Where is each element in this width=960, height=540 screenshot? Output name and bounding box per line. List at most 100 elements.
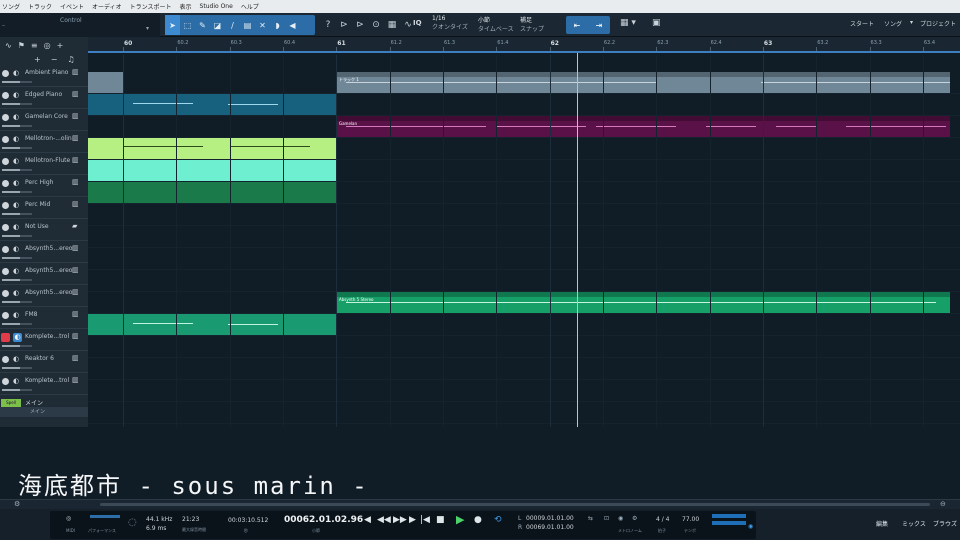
track-header[interactable]: ◐ Ambient Piano ▥ [0,65,88,87]
volume-fader[interactable] [2,147,32,149]
snap-right-icon[interactable]: ⇥ [596,21,603,30]
play-icon[interactable]: ▶ [456,513,464,526]
volume-fader[interactable] [2,389,32,391]
autoscroll-icon[interactable]: ⊳ [352,20,368,30]
track-header[interactable]: ◐ Mellotron-Flute ▥ [0,153,88,175]
eraser-tool-icon[interactable]: ◪ [210,15,225,35]
volume-fader[interactable] [2,345,32,347]
loop-start[interactable]: 00009.01.01.00 [526,515,574,522]
target-icon[interactable]: ◎ [44,41,51,50]
song-button[interactable]: ソング [884,19,902,28]
loop-end[interactable]: 00069.01.01.00 [526,524,574,531]
menu-song[interactable]: ソング [2,2,20,11]
record-arm-icon[interactable] [2,246,9,253]
monitor-icon[interactable]: ◐ [13,245,19,253]
remove-track-button[interactable]: − [51,55,58,64]
quantize-selector[interactable]: 1/16 クオンタイズ [432,15,468,31]
add-icon[interactable]: + [57,41,64,50]
track-header[interactable]: ◐ Gamelan Core ▥ [0,109,88,131]
stop-icon[interactable]: ■ [436,515,445,525]
tab-mix[interactable]: ミックス [902,519,926,528]
track-header[interactable]: ◐ Komplete...trol ▥ [0,373,88,395]
menu-transport[interactable]: トランスポート [130,2,172,11]
record-arm-icon[interactable] [2,70,9,77]
metronome-icon[interactable]: ◉ [618,515,623,522]
record-arm-icon[interactable] [2,268,9,275]
volume-fader[interactable] [2,81,32,83]
monitor-icon[interactable]: ◐ [13,201,19,209]
record-arm-icon[interactable] [2,158,9,165]
volume-fader[interactable] [2,125,32,127]
record-arm-icon[interactable] [2,312,9,319]
layout-icon[interactable]: ▦ ▾ [620,18,636,28]
track-header[interactable]: ◐ Absynth5...ereo ▥ [0,285,88,307]
record-arm-icon[interactable] [2,202,9,209]
event-clip[interactable]: Gamelan [336,116,950,137]
snap-selector[interactable]: 補足 スナップ [520,15,544,33]
volume-fader[interactable] [2,257,32,259]
monitor-icon[interactable]: ◐ [13,355,19,363]
bend-tool-icon[interactable]: ◗ [270,15,285,35]
timebase-selector[interactable]: 小節 タイムベース [478,15,514,33]
volume-fader[interactable] [2,191,32,193]
track-lane[interactable] [88,226,960,248]
record-arm-icon[interactable] [2,378,9,385]
event-clip[interactable] [88,138,336,159]
rewind-start-icon[interactable]: ◀ [364,515,371,525]
record-arm-icon[interactable] [2,356,9,363]
forward-end-icon[interactable]: ▶ [409,515,416,525]
position-display[interactable]: 00062.01.02.96 [284,515,363,525]
monitor-icon[interactable]: ◐ [13,135,19,143]
tempo-value[interactable]: 77.00 [682,516,699,523]
start-button[interactable]: スタート [850,19,874,28]
monitor-icon[interactable]: ◐ [13,157,19,165]
track-lane[interactable] [88,380,960,402]
timesig-value[interactable]: 4 / 4 [656,516,669,523]
monitor-icon[interactable]: ◐ [13,267,19,275]
add-track-button[interactable]: + [34,55,41,64]
volume-fader[interactable] [2,301,32,303]
split-icon[interactable]: ⊳ [336,20,352,30]
track-header[interactable]: ◐ Perc Mid ▥ [0,197,88,219]
music-note-icon[interactable]: ♫ [67,55,74,64]
menu-track[interactable]: トラック [28,2,52,11]
record-arm-icon[interactable] [2,180,9,187]
main-bus-track[interactable]: Spell メイン メイン [0,395,88,417]
menu-help[interactable]: ヘルプ [241,2,259,11]
track-header[interactable]: ◐ Reaktor 6 ▥ [0,351,88,373]
zoom-icon[interactable]: ⊖ [940,500,946,508]
event-clip[interactable]: トラック 1 [336,72,950,93]
automation-icon[interactable]: ∿ [5,41,12,50]
monitor-icon[interactable]: ◐ [13,179,19,187]
monitor-icon[interactable]: ◐ [13,377,19,385]
volume-fader[interactable] [2,323,32,325]
shuffle-icon[interactable]: ⇆ [588,515,593,522]
flag-icon[interactable]: ⚑ [18,41,25,50]
chevron-down-icon[interactable]: ▾ [910,19,913,26]
settings-icon[interactable]: ⚙ [632,515,637,522]
record-arm-icon[interactable] [1,333,10,342]
volume-fader[interactable] [2,103,32,105]
track-lane[interactable] [88,336,960,358]
playhead[interactable] [577,53,578,427]
track-lane[interactable] [88,358,960,380]
iq-button[interactable]: IQ [413,19,422,27]
track-header[interactable]: ◐ Komplete...trol ▥ [0,329,88,351]
menu-audio[interactable]: オーディオ [92,2,122,11]
menu-view[interactable]: 表示 [180,2,192,11]
volume-fader[interactable] [2,279,32,281]
track-header[interactable]: ◐ Not Use ▰ [0,219,88,241]
help-icon[interactable]: ? [320,20,336,30]
control-selector[interactable]: – Control ▾ [0,13,160,37]
tab-edit[interactable]: 編集 [876,519,888,528]
track-lane[interactable] [88,204,960,226]
record-arm-icon[interactable] [2,290,9,297]
track-lane[interactable] [88,402,960,424]
track-lane[interactable] [88,248,960,270]
horizontal-scrollbar[interactable]: ⚙ ⊖ [0,499,960,509]
volume-fader[interactable] [2,213,32,215]
precount-icon[interactable]: ⊡ [604,515,609,522]
split-tool-icon[interactable]: ▤ [240,15,255,35]
paint-tool-icon[interactable]: ∕ [225,15,240,35]
monitor-icon[interactable]: ◐ [13,113,19,121]
